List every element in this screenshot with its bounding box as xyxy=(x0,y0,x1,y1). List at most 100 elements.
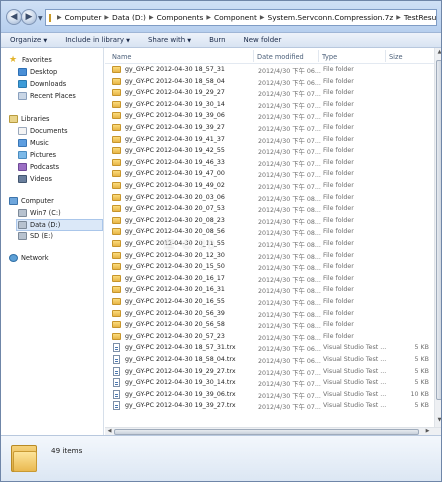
file-date-modified: 2012/4/30 下午 07... xyxy=(258,91,321,99)
folder-row[interactable]: gy_GY-PC 2012-04-30 20_08_23 2012/4/30 下午… xyxy=(105,215,434,227)
folder-row[interactable]: gy_GY-PC 2012-04-30 19_29_27 2012/4/30 下午… xyxy=(105,87,434,99)
file-type: File folder xyxy=(323,309,354,317)
chevron-right-icon[interactable]: ▶ xyxy=(206,14,211,21)
horizontal-scrollbar[interactable]: ◀ ▶ xyxy=(105,427,441,435)
folder-row[interactable]: gy_GY-PC 2012-04-30 18_58_04 2012/4/30 下午… xyxy=(105,76,434,88)
folder-row[interactable]: gy_GY-PC 2012-04-30 19_39_27 2012/4/30 下午… xyxy=(105,122,434,134)
nav-podcasts[interactable]: Podcasts xyxy=(18,163,59,171)
nav-data-drive[interactable]: Data (D:) xyxy=(16,219,103,231)
folder-row[interactable]: gy_GY-PC 2012-04-30 20_16_17 2012/4/30 下午… xyxy=(105,273,434,285)
chevron-right-icon[interactable]: ▶ xyxy=(149,14,154,21)
file-row[interactable]: gy_GY-PC 2012-04-30 18_57_31.trx 2012/4/3… xyxy=(105,342,434,354)
include-in-library-button[interactable]: Include in library ▼ xyxy=(56,36,139,44)
nav-pictures[interactable]: Pictures xyxy=(18,151,56,159)
watermark-text: 章 © 20 xyxy=(163,238,216,252)
breadcrumb-computer[interactable]: Computer xyxy=(65,13,102,22)
breadcrumb-component[interactable]: Component xyxy=(214,13,257,22)
nav-podcasts-label: Podcasts xyxy=(30,163,60,171)
column-header-size[interactable]: Size xyxy=(389,53,403,61)
folder-row[interactable]: gy_GY-PC 2012-04-30 19_47_00 2012/4/30 下午… xyxy=(105,168,434,180)
nav-libraries[interactable]: Libraries xyxy=(9,115,49,123)
folder-icon xyxy=(112,89,121,97)
file-name: gy_GY-PC 2012-04-30 20_57_23 xyxy=(125,332,225,340)
chevron-right-icon[interactable]: ▶ xyxy=(260,14,265,21)
recent-pages-dropdown-icon[interactable]: ▼ xyxy=(38,15,43,22)
file-date-modified: 2012/4/30 下午 07... xyxy=(258,369,321,377)
breadcrumb-archive[interactable]: System.Servconn.Compression.7z xyxy=(268,13,394,22)
file-name: gy_GY-PC 2012-04-30 19_41_37 xyxy=(125,135,225,143)
vertical-scroll-thumb[interactable] xyxy=(436,60,441,400)
nav-favorites[interactable]: ★ Favorites xyxy=(9,56,52,65)
nav-documents[interactable]: Documents xyxy=(18,127,68,135)
details-pane: 49 items xyxy=(1,435,441,481)
folder-row[interactable]: gy_GY-PC 2012-04-30 20_56_39 2012/4/30 下午… xyxy=(105,308,434,320)
back-button[interactable]: ◀ xyxy=(6,9,22,25)
scroll-down-icon[interactable]: ▼ xyxy=(435,416,441,425)
scroll-up-icon[interactable]: ▲ xyxy=(435,48,441,57)
address-field[interactable]: ▶ Computer ▶ Data (D:) ▶ Components ▶ Co… xyxy=(45,9,437,26)
folder-row[interactable]: gy_GY-PC 2012-04-30 20_08_56 2012/4/30 下午… xyxy=(105,226,434,238)
folder-row[interactable]: gy_GY-PC 2012-04-30 20_11_55 2012/4/30 下午… xyxy=(105,238,434,250)
column-divider[interactable] xyxy=(385,50,386,62)
column-header-name[interactable]: Name xyxy=(112,53,131,61)
file-row[interactable]: gy_GY-PC 2012-04-30 19_29_27.trx 2012/4/3… xyxy=(105,366,434,378)
nav-desktop[interactable]: Desktop xyxy=(18,68,57,76)
folder-row[interactable]: gy_GY-PC 2012-04-30 20_16_55 2012/4/30 下午… xyxy=(105,296,434,308)
folder-icon xyxy=(112,182,121,189)
file-row[interactable]: gy_GY-PC 2012-04-30 19_39_06.trx 2012/4/3… xyxy=(105,389,434,401)
nav-music[interactable]: Music xyxy=(18,139,49,147)
nav-recent-places[interactable]: Recent Places xyxy=(18,92,76,100)
nav-network[interactable]: Network xyxy=(9,254,49,262)
breadcrumb-components[interactable]: Components xyxy=(157,13,204,22)
file-type: File folder xyxy=(323,298,354,305)
folder-icon xyxy=(112,309,121,317)
breadcrumb-testresults[interactable]: TestResults xyxy=(404,13,436,22)
folder-row[interactable]: gy_GY-PC 2012-04-30 20_12_30 2012/4/30 下午… xyxy=(105,250,434,262)
file-type: File folder xyxy=(323,240,354,247)
nav-sd-drive[interactable]: SD (E:) xyxy=(18,232,53,240)
column-header-date[interactable]: Date modified xyxy=(257,53,304,61)
folder-row[interactable]: gy_GY-PC 2012-04-30 19_39_06 2012/4/30 下午… xyxy=(105,110,434,122)
folder-row[interactable]: gy_GY-PC 2012-04-30 19_42_55 2012/4/30 下午… xyxy=(105,145,434,157)
folder-row[interactable]: gy_GY-PC 2012-04-30 20_07_53 2012/4/30 下午… xyxy=(105,203,434,215)
folder-row[interactable]: gy_GY-PC 2012-04-30 19_41_37 2012/4/30 下午… xyxy=(105,134,434,146)
chevron-right-icon[interactable]: ▶ xyxy=(57,14,62,21)
chevron-right-icon[interactable]: ▶ xyxy=(104,14,109,21)
share-with-button[interactable]: Share with ▼ xyxy=(139,36,200,44)
burn-button[interactable]: Burn xyxy=(200,36,234,44)
file-type: Visual Studio Test ... xyxy=(323,402,387,410)
breadcrumb-data-drive[interactable]: Data (D:) xyxy=(112,13,146,22)
file-date-modified: 2012/4/30 下午 08... xyxy=(258,230,321,238)
folder-row[interactable]: gy_GY-PC 2012-04-30 20_57_23 2012/4/30 下午… xyxy=(105,331,434,343)
folder-row[interactable]: gy_GY-PC 2012-04-30 20_15_50 2012/4/30 下午… xyxy=(105,261,434,273)
file-row[interactable]: gy_GY-PC 2012-04-30 19_39_27.trx 2012/4/3… xyxy=(105,400,434,412)
folder-row[interactable]: gy_GY-PC 2012-04-30 19_49_02 2012/4/30 下午… xyxy=(105,180,434,192)
column-divider[interactable] xyxy=(253,50,254,62)
file-row[interactable]: gy_GY-PC 2012-04-30 18_58_04.trx 2012/4/3… xyxy=(105,354,434,366)
organize-button[interactable]: Organize ▼ xyxy=(1,36,56,44)
nav-videos[interactable]: Videos xyxy=(18,175,52,183)
file-name: gy_GY-PC 2012-04-30 19_29_27 xyxy=(125,89,225,97)
vertical-scrollbar[interactable]: ▲ ▼ xyxy=(434,48,441,427)
nav-win7-drive[interactable]: Win7 (C:) xyxy=(18,209,61,217)
file-type: File folder xyxy=(323,170,354,178)
folder-row[interactable]: gy_GY-PC 2012-04-30 20_03_06 2012/4/30 下午… xyxy=(105,192,434,204)
folder-icon xyxy=(112,274,121,282)
nav-downloads[interactable]: Downloads xyxy=(18,80,66,88)
folder-row[interactable]: gy_GY-PC 2012-04-30 20_16_31 2012/4/30 下午… xyxy=(105,284,434,296)
nav-computer[interactable]: Computer xyxy=(9,197,54,205)
folder-row[interactable]: gy_GY-PC 2012-04-30 19_30_14 2012/4/30 下午… xyxy=(105,99,434,111)
chevron-right-icon[interactable]: ▶ xyxy=(396,14,401,21)
new-folder-button[interactable]: New folder xyxy=(235,36,291,44)
include-label: Include in library xyxy=(65,36,125,44)
column-header-type[interactable]: Type xyxy=(322,53,337,61)
column-divider[interactable] xyxy=(318,50,319,62)
file-row[interactable]: gy_GY-PC 2012-04-30 19_30_14.trx 2012/4/3… xyxy=(105,377,434,389)
folder-icon xyxy=(112,240,121,247)
folder-row[interactable]: gy_GY-PC 2012-04-30 20_56_58 2012/4/30 下午… xyxy=(105,319,434,331)
forward-button[interactable]: ▶ xyxy=(21,9,37,25)
file-name: gy_GY-PC 2012-04-30 20_16_17 xyxy=(125,274,225,282)
folder-row[interactable]: gy_GY-PC 2012-04-30 19_46_33 2012/4/30 下午… xyxy=(105,157,434,169)
file-name: gy_GY-PC 2012-04-30 19_30_14.trx xyxy=(125,379,236,387)
folder-row[interactable]: gy_GY-PC 2012-04-30 18_57_31 2012/4/30 下午… xyxy=(105,64,434,76)
